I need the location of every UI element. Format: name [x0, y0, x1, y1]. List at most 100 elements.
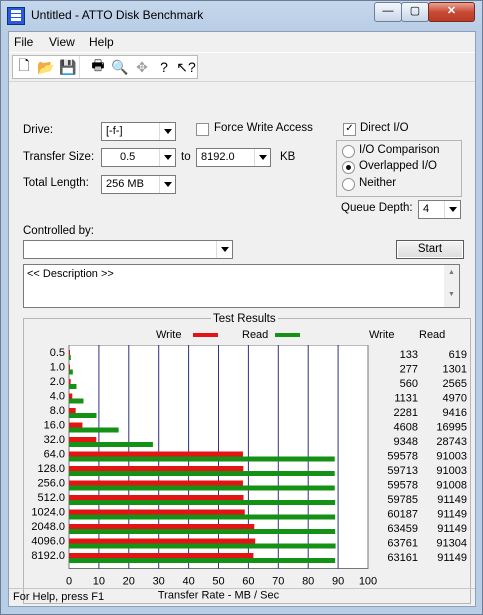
save-icon[interactable]: 💾	[57, 56, 79, 78]
app-window: Untitled - ATTO Disk Benchmark — ▢ ✕ Fil…	[0, 0, 483, 615]
scroll-up-icon[interactable]: ▲	[444, 269, 459, 276]
print-icon[interactable]: 🖶	[87, 56, 109, 78]
menu-help[interactable]: Help	[89, 35, 114, 49]
transfer-size-to-value: 8192.0	[201, 151, 235, 163]
settings-panel: Drive: [-f-] Force Write Access ✓ Direct…	[13, 80, 471, 604]
toolbar: 🗋 📂 💾 🖶 🔍 ✥ ? ↖?	[9, 52, 475, 82]
read-legend-swatch	[275, 333, 300, 337]
menu-view[interactable]: View	[49, 35, 75, 49]
category-label: 64.0	[44, 449, 65, 461]
write-value-label: 60187	[387, 509, 418, 521]
force-write-label[interactable]: Force Write Access	[214, 122, 313, 134]
write-bar	[69, 451, 243, 457]
write-bar	[69, 379, 71, 384]
read-bar	[69, 514, 336, 520]
write-bar	[69, 437, 97, 442]
overlapped-io-label[interactable]: Overlapped I/O	[359, 160, 437, 172]
kb-label: KB	[280, 151, 296, 163]
direct-io-checkbox[interactable]: ✓	[343, 123, 356, 136]
dropdown-arrow-icon[interactable]	[159, 176, 175, 193]
force-write-checkbox[interactable]	[196, 123, 209, 136]
dropdown-arrow-icon[interactable]	[159, 123, 175, 140]
write-bar	[69, 538, 256, 544]
description-text: << Description >>	[27, 268, 114, 280]
read-value-label: 16995	[436, 422, 467, 434]
x-tick-label: 10	[93, 576, 105, 588]
direct-io-label[interactable]: Direct I/O	[360, 122, 409, 134]
write-value-label: 9348	[394, 436, 418, 448]
write-legend-label: Write	[156, 329, 182, 341]
dropdown-arrow-icon[interactable]	[254, 149, 270, 166]
category-label: 128.0	[37, 463, 65, 475]
write-bar	[69, 350, 70, 355]
category-label: 512.0	[37, 492, 65, 504]
transfer-size-from-select[interactable]: 0.5	[101, 148, 176, 167]
title-bar[interactable]: Untitled - ATTO Disk Benchmark — ▢ ✕	[1, 1, 482, 31]
description-box[interactable]: << Description >> ▲ ▼	[23, 264, 460, 308]
menu-file[interactable]: File	[14, 35, 33, 49]
transfer-rate-chart: 0 10 20 30 40 50 60 70 80 90 100Transfer Rate - MB…	[31, 345, 467, 600]
category-label: 4.0	[50, 391, 65, 403]
read-bar	[69, 355, 71, 360]
dropdown-arrow-icon[interactable]	[444, 201, 460, 218]
x-tick-label: 30	[153, 576, 165, 588]
write-column-header: Write	[369, 329, 395, 341]
transfer-size-to-select[interactable]: 8192.0	[196, 148, 271, 167]
write-value-label: 59785	[387, 494, 418, 506]
controlled-by-label: Controlled by:	[23, 225, 94, 237]
total-length-select[interactable]: 256 MB	[101, 175, 176, 194]
test-results-title: Test Results	[211, 313, 278, 325]
write-value-label: 133	[400, 349, 418, 361]
read-value-label: 28743	[436, 436, 467, 448]
read-bar	[69, 456, 335, 462]
neither-label[interactable]: Neither	[359, 177, 396, 189]
print-preview-icon[interactable]: 🔍	[109, 56, 131, 78]
total-length-label: Total Length:	[23, 177, 89, 189]
open-folder-icon[interactable]: 📂	[35, 56, 57, 78]
read-bar	[69, 543, 336, 549]
context-help-icon[interactable]: ↖?	[175, 56, 197, 78]
write-bar	[69, 422, 83, 428]
neither-radio[interactable]	[342, 178, 355, 191]
controlled-by-select[interactable]	[23, 240, 233, 259]
new-document-icon[interactable]: 🗋	[13, 56, 35, 78]
queue-depth-select[interactable]: 4	[418, 200, 461, 219]
close-button[interactable]: ✕	[428, 2, 475, 22]
write-bar	[69, 524, 255, 529]
io-comparison-radio[interactable]	[342, 145, 355, 158]
total-length-value: 256 MB	[106, 178, 144, 190]
x-tick-label: 100	[359, 576, 377, 588]
dropdown-arrow-icon[interactable]	[216, 241, 232, 258]
toolbar-separator	[79, 56, 87, 78]
to-label: to	[181, 151, 191, 163]
write-value-label: 59578	[387, 480, 418, 492]
overlapped-io-radio[interactable]	[342, 161, 355, 174]
description-scrollbar[interactable]: ▲ ▼	[444, 265, 459, 307]
write-bar	[69, 509, 245, 515]
read-value-label: 1301	[443, 364, 467, 376]
help-icon[interactable]: ?	[153, 56, 175, 78]
write-value-label: 4608	[394, 422, 418, 434]
read-bar	[69, 442, 153, 447]
read-value-label: 619	[449, 349, 467, 361]
transfer-size-from-value: 0.5	[120, 151, 136, 163]
drive-select[interactable]: [-f-]	[101, 122, 176, 141]
x-tick-label: 0	[66, 576, 72, 588]
move-icon: ✥	[136, 58, 148, 75]
queue-depth-value: 4	[423, 203, 430, 215]
maximize-button[interactable]: ▢	[401, 2, 429, 22]
status-text: For Help, press F1	[13, 591, 105, 603]
write-value-label: 63459	[387, 523, 418, 535]
category-label: 256.0	[37, 478, 65, 490]
read-bar	[69, 558, 336, 563]
dropdown-arrow-icon[interactable]	[159, 149, 175, 166]
start-button[interactable]: Start	[396, 240, 464, 259]
io-comparison-label[interactable]: I/O Comparison	[359, 144, 440, 156]
write-value-label: 59713	[387, 465, 418, 477]
read-value-label: 91149	[437, 523, 467, 535]
x-tick-label: 40	[182, 576, 194, 588]
scroll-down-icon[interactable]: ▼	[444, 291, 459, 298]
write-bar	[69, 480, 243, 486]
minimize-button[interactable]: —	[374, 2, 402, 22]
drive-value: [-f-]	[106, 125, 123, 137]
